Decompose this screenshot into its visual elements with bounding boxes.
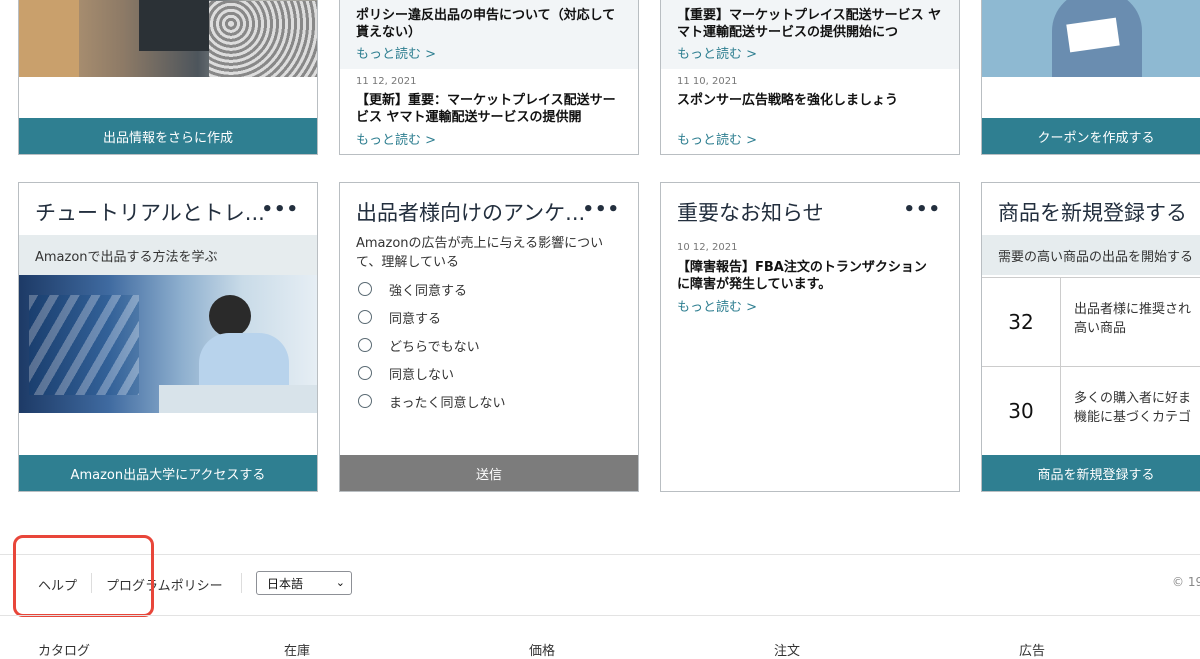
- news-text[interactable]: 【更新】重要：マーケットプレイス配送サービス ヤマト運輸配送サービスの提供開: [356, 92, 628, 126]
- more-options-icon[interactable]: •••: [582, 199, 620, 220]
- more-options-icon[interactable]: •••: [261, 199, 299, 220]
- card-coupon: クーポンを作成する: [981, 0, 1200, 155]
- tutorial-image: [19, 275, 317, 413]
- survey-option[interactable]: 同意する: [358, 303, 505, 331]
- footer-inventory-link[interactable]: 在庫: [284, 640, 310, 659]
- card-listing: 出品情報をさらに作成: [18, 0, 318, 155]
- footer-pricing-link[interactable]: 価格: [529, 640, 555, 659]
- card-subhead: Amazonで出品する方法を学ぶ: [19, 235, 317, 275]
- radio-button[interactable]: [358, 338, 372, 352]
- submit-button[interactable]: 送信: [340, 455, 638, 491]
- count: 30: [982, 367, 1061, 455]
- card-title: 重要なお知らせ: [677, 201, 824, 225]
- survey-option[interactable]: 強く同意する: [358, 275, 505, 303]
- chevron-down-icon: ⌄: [335, 576, 345, 589]
- copyright: © 19: [1172, 575, 1200, 589]
- card-title: チュートリアルとトレ...: [35, 201, 265, 225]
- news-top-text: ポリシー違反出品の申告について（対応して貰えない）: [356, 8, 616, 40]
- card-news-2: 【重要】マーケットプレイス配送サービス ヤマト運輸配送サービスの提供開始につ も…: [660, 0, 960, 155]
- news-text[interactable]: 【障害報告】FBA注文のトランザクションに障害が発生しています。: [677, 259, 937, 293]
- card-title: 出品者様向けのアンケ...: [356, 201, 586, 225]
- news-date: 11 12, 2021: [356, 76, 417, 87]
- footer-orders-link[interactable]: 注文: [774, 640, 800, 659]
- count: 32: [982, 278, 1061, 366]
- news-text[interactable]: スポンサー広告戦略を強化しましょう: [677, 92, 949, 109]
- office-photo: [19, 0, 317, 77]
- read-more-link[interactable]: もっと読む >: [356, 43, 436, 62]
- language-select[interactable]: 日本語 ⌄: [256, 571, 352, 595]
- radio-button[interactable]: [358, 394, 372, 408]
- card-new-product: 商品を新規登録する 需要の高い商品の出品を開始する 32 出品者様に推奨され 高い…: [981, 182, 1200, 492]
- coupon-photo: [982, 0, 1200, 77]
- footer-divider: [0, 615, 1200, 616]
- footer-separator: [241, 573, 242, 593]
- create-coupon-button[interactable]: クーポンを作成する: [982, 118, 1200, 154]
- news-top-text: 【重要】マーケットプレイス配送サービス ヤマト運輸配送サービスの提供開始につ: [677, 8, 942, 40]
- card-title: 商品を新規登録する: [998, 201, 1187, 225]
- survey-option[interactable]: 同意しない: [358, 359, 505, 387]
- survey-question: Amazonの広告が売上に与える影響について、理解している: [356, 236, 604, 270]
- radio-button[interactable]: [358, 310, 372, 324]
- footer-advertising-link[interactable]: 広告: [1019, 640, 1045, 659]
- read-more-link[interactable]: もっと読む >: [677, 43, 757, 62]
- card-subhead: 需要の高い商品の出品を開始する: [982, 235, 1200, 275]
- card-important-notice: 重要なお知らせ ••• 10 12, 2021 【障害報告】FBA注文のトランザ…: [660, 182, 960, 492]
- radio-button[interactable]: [358, 282, 372, 296]
- help-highlight-box: [13, 535, 154, 617]
- card-news-1: ポリシー違反出品の申告について（対応して貰えない） もっと読む > 11 12,…: [339, 0, 639, 155]
- survey-option[interactable]: どちらでもない: [358, 331, 505, 359]
- card-tutorial: チュートリアルとトレ... ••• Amazonで出品する方法を学ぶ Amazo…: [18, 182, 318, 492]
- recommendation-row[interactable]: 30 多くの購入者に好ま 機能に基づくカテゴ: [982, 366, 1200, 455]
- read-more-link[interactable]: もっと読む >: [356, 129, 436, 148]
- card-survey: 出品者様向けのアンケ... ••• Amazonの広告が売上に与える影響について…: [339, 182, 639, 492]
- read-more-link[interactable]: もっと読む >: [677, 296, 757, 315]
- register-new-product-button[interactable]: 商品を新規登録する: [982, 455, 1200, 491]
- footer-divider: [0, 554, 1200, 555]
- news-date: 11 10, 2021: [677, 76, 738, 87]
- access-seller-university-button[interactable]: Amazon出品大学にアクセスする: [19, 455, 317, 491]
- survey-option[interactable]: まったく同意しない: [358, 387, 505, 415]
- footer-catalog-link[interactable]: カタログ: [38, 640, 90, 659]
- more-options-icon[interactable]: •••: [903, 199, 941, 220]
- recommendation-row[interactable]: 32 出品者様に推奨され 高い商品: [982, 277, 1200, 366]
- radio-button[interactable]: [358, 366, 372, 380]
- read-more-link[interactable]: もっと読む >: [677, 129, 757, 148]
- create-listing-button[interactable]: 出品情報をさらに作成: [19, 118, 317, 154]
- news-date: 10 12, 2021: [677, 242, 738, 253]
